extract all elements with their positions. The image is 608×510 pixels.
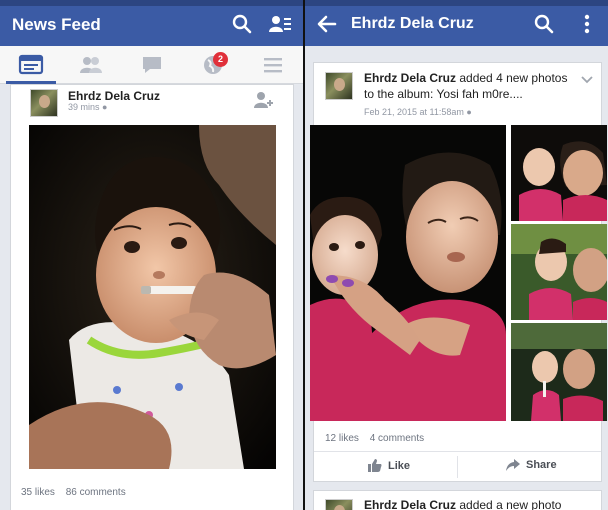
photo-thumbnail-2: [511, 224, 607, 320]
post-time: Feb 21, 2015 at 11:58am ●: [364, 107, 472, 117]
friend-list-icon[interactable]: [268, 12, 292, 36]
likes-count[interactable]: 35 likes: [21, 487, 55, 498]
search-icon[interactable]: [230, 12, 254, 36]
likes-count[interactable]: 12 likes: [325, 433, 359, 444]
chevron-down-icon[interactable]: [580, 72, 594, 90]
next-post-card: Ehrdz Dela Cruz added a new photo: [313, 490, 602, 510]
friends-icon: [80, 57, 102, 73]
page-title: News Feed: [12, 15, 101, 34]
screen-divider: [303, 0, 305, 510]
photo-baby-cigarette: [29, 125, 276, 469]
page-title: Ehrdz Dela Cruz: [351, 15, 474, 32]
notification-badge: 2: [213, 52, 228, 67]
like-button[interactable]: Like: [368, 459, 410, 472]
tab-bar: [0, 46, 303, 84]
post-action-bar: Like Share: [314, 451, 601, 481]
post-story-text[interactable]: added a new photo: [459, 498, 561, 510]
status-bar: [305, 0, 608, 6]
feed-post-card: Ehrdz Dela Cruz 39 mins ● 35 likes 86 co…: [10, 84, 294, 510]
thumbs-up-icon: [368, 459, 382, 472]
photo-woman-baby-smoking: [310, 125, 506, 421]
comments-count[interactable]: 4 comments: [370, 433, 424, 444]
post-reaction-counts[interactable]: 35 likes 86 comments: [21, 487, 134, 498]
comments-count[interactable]: 86 comments: [66, 487, 126, 498]
tab-friend-requests[interactable]: [76, 52, 106, 78]
post-author[interactable]: Ehrdz Dela Cruz: [364, 498, 456, 510]
tab-more[interactable]: [258, 52, 288, 78]
messages-icon: [143, 57, 161, 73]
tab-news-feed[interactable]: [6, 52, 56, 84]
top-bar: Ehrdz Dela Cruz: [305, 0, 608, 46]
post-story: Ehrdz Dela Cruz added a new photo: [364, 497, 584, 510]
album-photo-main[interactable]: [310, 125, 506, 421]
post-author[interactable]: Ehrdz Dela Cruz: [364, 71, 456, 85]
photo-thumbnail-1: [511, 125, 607, 221]
add-friend-icon[interactable]: [252, 90, 274, 117]
photo-thumbnail-3: [511, 323, 607, 421]
news-feed-icon: [18, 54, 44, 75]
tab-messages[interactable]: [137, 52, 167, 78]
post-author[interactable]: Ehrdz Dela Cruz: [68, 89, 160, 103]
avatar[interactable]: [30, 89, 58, 117]
post-story: Ehrdz Dela Cruz added 4 new photos to th…: [364, 70, 574, 102]
news-feed-screen: News Feed 2 Ehrdz Dela Cruz 39 mins ● 35…: [0, 0, 303, 510]
post-time: 39 mins ●: [68, 102, 108, 112]
avatar[interactable]: [325, 499, 353, 510]
share-arrow-icon: [506, 459, 520, 471]
album-photo-4[interactable]: [511, 323, 607, 421]
top-bar: News Feed: [0, 0, 303, 46]
action-divider: [457, 456, 458, 478]
share-button[interactable]: Share: [506, 459, 557, 471]
profile-timeline-screen: Ehrdz Dela Cruz Ehrdz Dela Cruz added 4 …: [305, 0, 608, 510]
album-photo-2[interactable]: [511, 125, 607, 221]
back-arrow-icon[interactable]: [315, 12, 339, 36]
avatar[interactable]: [325, 72, 353, 100]
post-reaction-counts[interactable]: 12 likes 4 comments: [325, 433, 432, 444]
album-photo-3[interactable]: [511, 224, 607, 320]
post-photo[interactable]: [29, 125, 276, 469]
search-icon[interactable]: [532, 12, 556, 36]
globe-icon: ●: [466, 107, 472, 117]
menu-icon: [264, 58, 282, 73]
album-post-card: Ehrdz Dela Cruz added 4 new photos to th…: [310, 62, 607, 482]
overflow-menu-icon[interactable]: [575, 12, 599, 36]
status-bar: [0, 0, 303, 6]
globe-icon: ●: [102, 102, 108, 112]
